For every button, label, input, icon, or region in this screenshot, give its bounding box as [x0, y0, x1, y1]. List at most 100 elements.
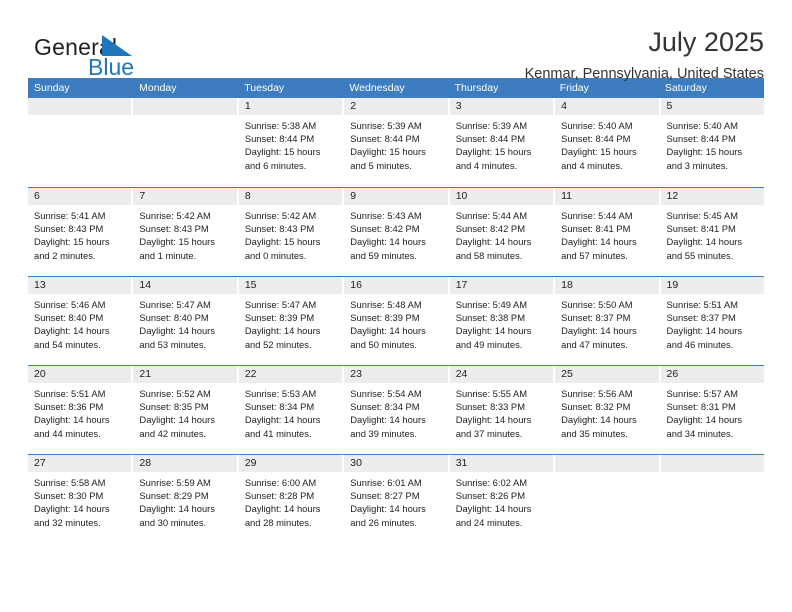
day-details: Sunrise: 5:46 AM Sunset: 8:40 PM Daylight:… — [28, 294, 131, 351]
sunset-text: Sunset: 8:44 PM — [561, 133, 631, 145]
sunset-text: Sunset: 8:44 PM — [350, 133, 420, 145]
day-cell[interactable]: 21 Sunrise: 5:52 AM Sunset: 8:35 PM Dayligh… — [133, 366, 239, 454]
day-cell[interactable]: 31 Sunrise: 6:02 AM Sunset: 8:26 PM Dayligh… — [449, 455, 556, 543]
day-number: 3 — [449, 98, 554, 115]
day-details: Sunrise: 5:51 AM Sunset: 8:37 PM Daylight:… — [661, 294, 764, 351]
daylight-text: Daylight: 14 hours and 32 minutes. — [34, 503, 110, 528]
page-header: General Blue July 2025 Kenmar, Pennsylva… — [28, 0, 764, 82]
sunrise-text: Sunrise: 5:54 AM — [350, 388, 422, 399]
day-cell[interactable]: 11 Sunrise: 5:44 AM Sunset: 8:41 PM Dayligh… — [555, 188, 661, 276]
sunrise-text: Sunrise: 5:51 AM — [666, 299, 738, 310]
day-number: 27 — [28, 455, 132, 472]
day-cell[interactable]: 25 Sunrise: 5:56 AM Sunset: 8:32 PM Dayligh… — [555, 366, 661, 454]
day-number: 16 — [344, 277, 448, 294]
sunset-text: Sunset: 8:44 PM — [455, 133, 525, 145]
day-number: 15 — [238, 277, 343, 294]
day-cell[interactable]: 22 Sunrise: 5:53 AM Sunset: 8:34 PM Dayligh… — [238, 366, 345, 454]
brand-logo[interactable]: General Blue — [28, 26, 208, 84]
sunrise-text: Sunrise: 6:00 AM — [244, 477, 317, 488]
sunrise-text: Sunrise: 5:49 AM — [455, 299, 528, 310]
day-cell[interactable]: 2 Sunrise: 5:39 AM Sunset: 8:44 PM Daylight… — [344, 98, 450, 187]
daylight-text: Daylight: 14 hours and 46 minutes. — [666, 325, 743, 350]
day-details: Sunrise: 6:02 AM Sunset: 8:26 PM Daylight:… — [450, 472, 553, 529]
sunset-text: Sunset: 8:33 PM — [455, 401, 525, 413]
day-cell[interactable]: 15 Sunrise: 5:47 AM Sunset: 8:39 PM Dayligh… — [238, 277, 345, 365]
day-details: Sunrise: 5:38 AM Sunset: 8:44 PM Daylight:… — [239, 115, 342, 172]
day-cell[interactable]: 27 Sunrise: 5:58 AM Sunset: 8:30 PM Dayligh… — [28, 455, 134, 543]
day-cell[interactable]: 5 Sunrise: 5:40 AM Sunset: 8:44 PM Daylight… — [660, 98, 764, 187]
day-number: 13 — [28, 277, 132, 294]
day-cell[interactable]: 30 Sunrise: 6:01 AM Sunset: 8:27 PM Dayligh… — [344, 455, 450, 543]
daylight-text: Daylight: 14 hours and 42 minutes. — [139, 414, 215, 439]
weekday-header-saturday: Saturday — [664, 82, 707, 94]
day-cell[interactable]: 12 Sunrise: 5:45 AM Sunset: 8:41 PM Dayligh… — [660, 188, 764, 276]
day-details: Sunrise: 5:53 AM Sunset: 8:34 PM Daylight:… — [239, 383, 342, 440]
brand-name-blue: Blue — [88, 54, 135, 80]
sunrise-text: Sunrise: 6:02 AM — [455, 477, 528, 488]
day-cell[interactable]: 23 Sunrise: 5:54 AM Sunset: 8:34 PM Dayligh… — [344, 366, 450, 454]
day-cell[interactable]: 14 Sunrise: 5:47 AM Sunset: 8:40 PM Dayligh… — [133, 277, 239, 365]
day-cell[interactable]: 16 Sunrise: 5:48 AM Sunset: 8:39 PM Dayligh… — [344, 277, 450, 365]
day-cell[interactable]: 10 Sunrise: 5:44 AM Sunset: 8:42 PM Dayligh… — [449, 188, 556, 276]
day-cell[interactable]: 8 Sunrise: 5:42 AM Sunset: 8:43 PM Daylight… — [238, 188, 345, 276]
day-number: 26 — [660, 366, 764, 383]
day-cell[interactable]: 13 Sunrise: 5:46 AM Sunset: 8:40 PM Dayligh… — [28, 277, 134, 365]
daylight-text: Daylight: 14 hours and 49 minutes. — [455, 325, 532, 350]
day-details: Sunrise: 5:40 AM Sunset: 8:44 PM Daylight:… — [555, 115, 658, 172]
sunrise-text: Sunrise: 5:50 AM — [561, 299, 633, 310]
day-details: Sunrise: 6:01 AM Sunset: 8:27 PM Daylight:… — [344, 472, 447, 529]
sunrise-text: Sunrise: 5:40 AM — [666, 120, 738, 131]
day-number: 12 — [660, 188, 764, 205]
sunrise-text: Sunrise: 5:44 AM — [561, 210, 633, 221]
sunset-text: Sunset: 8:41 PM — [666, 223, 736, 235]
sunset-text: Sunset: 8:34 PM — [350, 401, 420, 413]
day-cell[interactable]: 3 Sunrise: 5:39 AM Sunset: 8:44 PM Daylight… — [449, 98, 556, 187]
day-number: 4 — [555, 98, 659, 115]
day-details: Sunrise: 5:58 AM Sunset: 8:30 PM Daylight:… — [28, 472, 131, 529]
day-cell[interactable]: 18 Sunrise: 5:50 AM Sunset: 8:37 PM Dayligh… — [555, 277, 661, 365]
day-cell[interactable]: 4 Sunrise: 5:40 AM Sunset: 8:44 PM Daylight… — [555, 98, 661, 187]
day-cell[interactable]: 6 Sunrise: 5:41 AM Sunset: 8:43 PM Daylight… — [28, 188, 134, 276]
day-cell[interactable]: 7 Sunrise: 5:42 AM Sunset: 8:43 PM Daylight… — [133, 188, 239, 276]
sunset-text: Sunset: 8:40 PM — [34, 312, 104, 324]
day-cell[interactable]: 28 Sunrise: 5:59 AM Sunset: 8:29 PM Dayligh… — [133, 455, 239, 543]
sunrise-text: Sunrise: 5:41 AM — [34, 210, 106, 221]
daylight-text: Daylight: 14 hours and 57 minutes. — [561, 236, 637, 261]
day-details: Sunrise: 5:59 AM Sunset: 8:29 PM Daylight:… — [133, 472, 236, 529]
day-cell[interactable]: 17 Sunrise: 5:49 AM Sunset: 8:38 PM Dayligh… — [449, 277, 556, 365]
daylight-text: Daylight: 15 hours and 4 minutes. — [561, 146, 637, 171]
daylight-text: Daylight: 14 hours and 50 minutes. — [350, 325, 426, 350]
daylight-text: Daylight: 14 hours and 39 minutes. — [350, 414, 426, 439]
sunrise-text: Sunrise: 5:48 AM — [350, 299, 422, 310]
daylight-text: Daylight: 15 hours and 5 minutes. — [350, 146, 426, 171]
day-details: Sunrise: 5:49 AM Sunset: 8:38 PM Daylight:… — [450, 294, 553, 351]
sunset-text: Sunset: 8:44 PM — [666, 133, 736, 145]
day-details: Sunrise: 5:42 AM Sunset: 8:43 PM Daylight:… — [133, 205, 236, 262]
day-details: Sunrise: 5:42 AM Sunset: 8:43 PM Daylight:… — [239, 205, 342, 262]
sunrise-text: Sunrise: 5:46 AM — [34, 299, 106, 310]
sunset-text: Sunset: 8:37 PM — [561, 312, 631, 324]
sunrise-text: Sunrise: 5:58 AM — [34, 477, 106, 488]
day-number: 11 — [555, 188, 659, 205]
day-cell[interactable]: 1 Sunrise: 5:38 AM Sunset: 8:44 PM Daylight… — [238, 98, 345, 187]
day-cell[interactable]: 26 Sunrise: 5:57 AM Sunset: 8:31 PM Dayligh… — [660, 366, 764, 454]
day-number: 24 — [449, 366, 554, 383]
day-cell[interactable]: 24 Sunrise: 5:55 AM Sunset: 8:33 PM Dayligh… — [449, 366, 556, 454]
sunrise-text: Sunrise: 5:56 AM — [561, 388, 633, 399]
day-cell[interactable]: 20 Sunrise: 5:51 AM Sunset: 8:36 PM Dayligh… — [28, 366, 134, 454]
day-cell[interactable]: 9 Sunrise: 5:43 AM Sunset: 8:42 PM Daylight… — [344, 188, 450, 276]
triangle-flag-icon — [102, 35, 132, 56]
daylight-text: Daylight: 15 hours and 0 minutes. — [244, 236, 321, 261]
day-details: Sunrise: 5:47 AM Sunset: 8:40 PM Daylight:… — [133, 294, 236, 351]
title-block: July 2025 Kenmar, Pennsylvania, United S… — [525, 26, 764, 84]
day-cell[interactable]: 19 Sunrise: 5:51 AM Sunset: 8:37 PM Dayligh… — [660, 277, 764, 365]
sunset-text: Sunset: 8:31 PM — [666, 401, 736, 413]
day-number: 10 — [449, 188, 554, 205]
day-cell[interactable]: 29 Sunrise: 6:00 AM Sunset: 8:28 PM Dayligh… — [238, 455, 345, 543]
sunset-text: Sunset: 8:43 PM — [244, 223, 315, 235]
sunset-text: Sunset: 8:29 PM — [139, 490, 209, 502]
sunset-text: Sunset: 8:41 PM — [561, 223, 631, 235]
daylight-text: Daylight: 14 hours and 35 minutes. — [561, 414, 637, 439]
day-details: Sunrise: 5:39 AM Sunset: 8:44 PM Daylight:… — [450, 115, 553, 172]
sunrise-text: Sunrise: 5:52 AM — [139, 388, 211, 399]
